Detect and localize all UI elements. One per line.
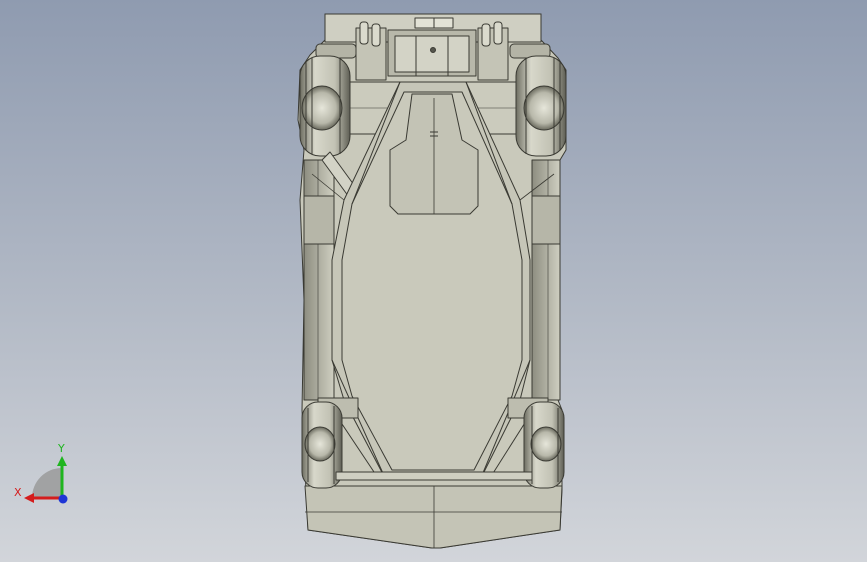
rear-left-wheel xyxy=(299,55,351,157)
car-chassis-model[interactable] xyxy=(0,0,867,562)
front-nose xyxy=(304,485,563,549)
y-axis-label: Y xyxy=(57,442,65,455)
coordinate-triad: Y X xyxy=(14,442,68,504)
rear-right-wheel xyxy=(515,55,567,157)
graphics-viewport[interactable]: Y X xyxy=(0,0,867,562)
x-axis-label: X xyxy=(14,486,22,499)
z-axis-dot-icon xyxy=(58,494,68,504)
triad-plane xyxy=(32,468,62,498)
